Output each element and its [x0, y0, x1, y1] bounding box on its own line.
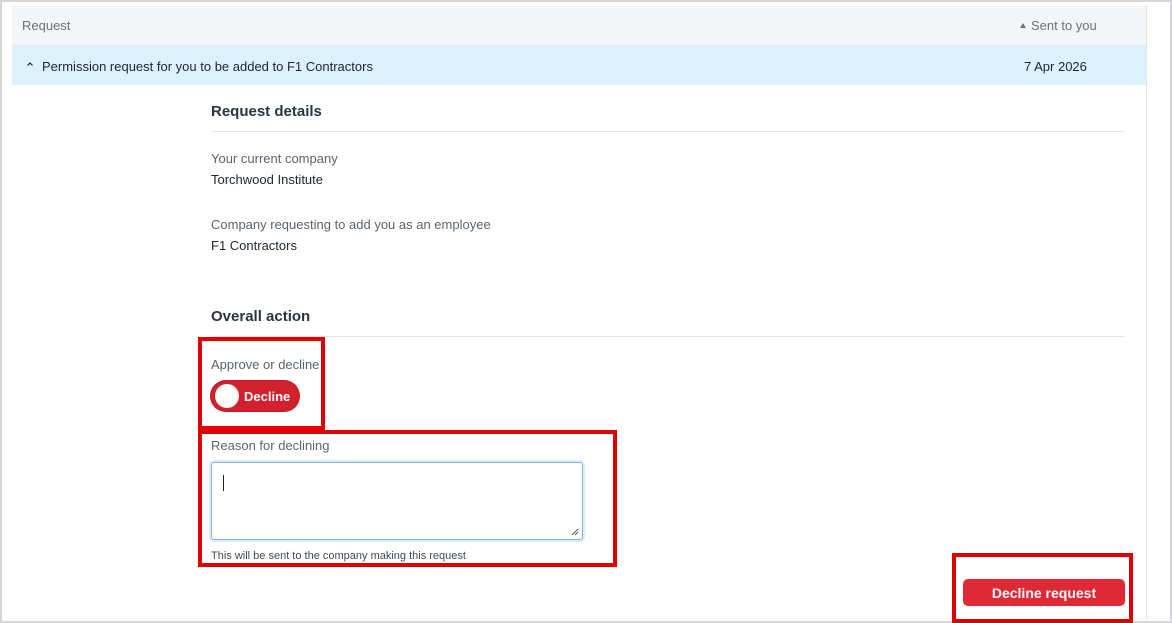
toggle-knob — [215, 384, 239, 408]
reason-for-declining-label: Reason for declining — [211, 438, 330, 453]
request-table: Request Sent to you Permission request f… — [12, 5, 1147, 619]
request-details-heading: Request details — [211, 103, 322, 120]
current-company-label: Your current company — [211, 151, 338, 166]
column-header-request[interactable]: Request — [22, 18, 70, 33]
requesting-company-label: Company requesting to add you as an empl… — [211, 217, 491, 232]
requesting-company-value: F1 Contractors — [211, 238, 297, 253]
column-header-sent-label: Sent to you — [1031, 18, 1097, 33]
request-panel: Request Sent to you Permission request f… — [0, 0, 1172, 623]
resize-handle-icon[interactable] — [571, 528, 579, 536]
decline-request-button[interactable]: Decline request — [963, 579, 1125, 606]
approve-decline-toggle[interactable]: Decline — [211, 381, 299, 411]
request-title: Permission request for you to be added t… — [42, 59, 373, 74]
text-cursor — [223, 475, 224, 491]
sort-ascending-icon — [1020, 23, 1026, 28]
divider — [211, 336, 1125, 337]
overall-action-heading: Overall action — [211, 308, 311, 325]
chevron-up-icon[interactable] — [26, 60, 34, 68]
reason-helper-text: This will be sent to the company making … — [211, 550, 466, 562]
table-header: Request Sent to you — [12, 5, 1146, 46]
divider — [211, 131, 1125, 132]
toggle-state-label: Decline — [244, 389, 291, 404]
request-date: 7 Apr 2026 — [1024, 59, 1087, 74]
approve-or-decline-label: Approve or decline — [211, 357, 320, 372]
current-company-value: Torchwood Institute — [211, 172, 324, 187]
reason-textarea[interactable] — [211, 462, 583, 540]
column-header-sent-to-you[interactable]: Sent to you — [1020, 18, 1097, 33]
table-row[interactable]: Permission request for you to be added t… — [12, 46, 1146, 85]
